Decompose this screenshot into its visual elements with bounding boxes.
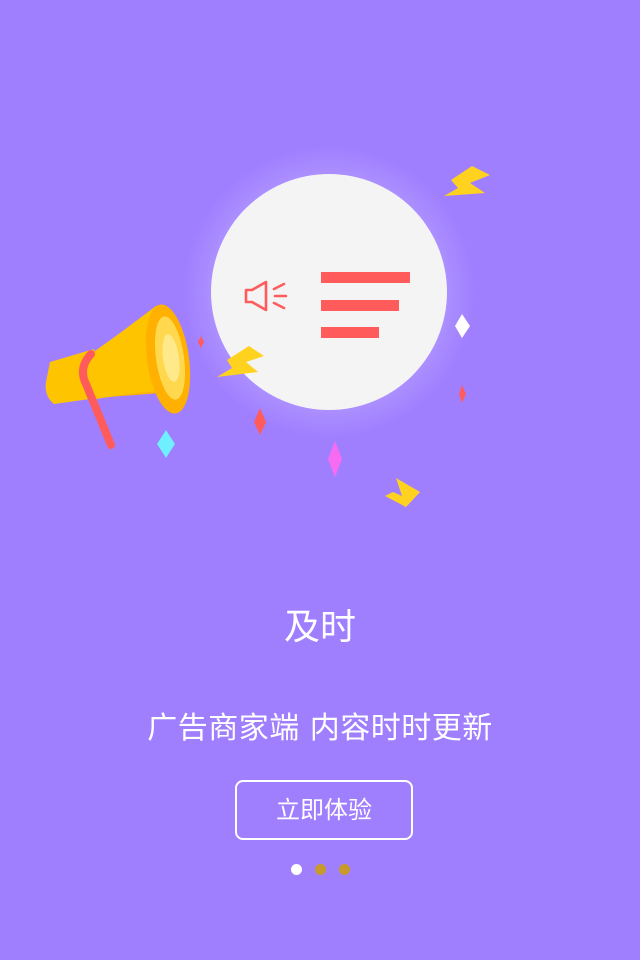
onboarding-screen: 及时 广告商家端 内容时时更新 立即体验 xyxy=(0,0,640,960)
page-title: 及时 xyxy=(283,607,356,648)
page-dot-3[interactable] xyxy=(338,864,350,875)
page-dot-1[interactable] xyxy=(290,864,302,875)
hero-illustration xyxy=(45,146,490,507)
page-dot-2[interactable] xyxy=(314,864,326,875)
page-subtitle: 广告商家端 内容时时更新 xyxy=(147,711,493,746)
page-indicator xyxy=(0,864,640,878)
megaphone-icon xyxy=(45,304,191,449)
start-experience-button[interactable]: 立即体验 xyxy=(235,780,413,840)
